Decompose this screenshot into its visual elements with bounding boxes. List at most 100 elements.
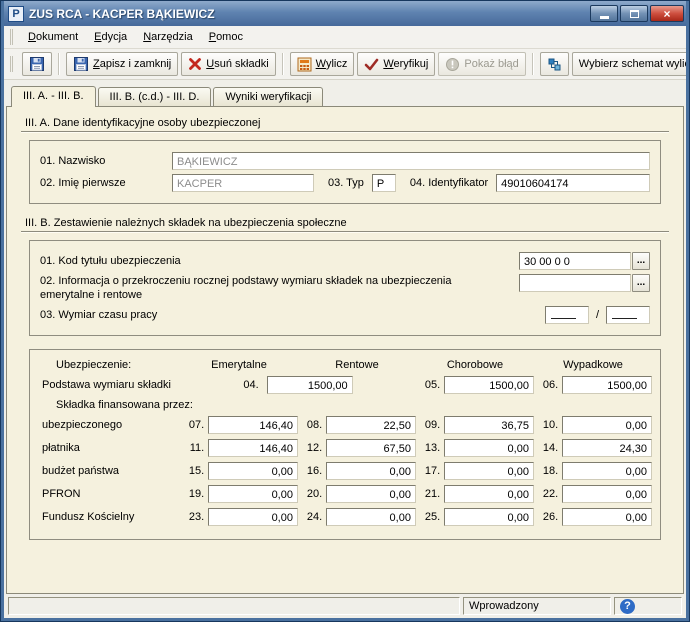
nazwisko-field[interactable]: BĄKIEWICZ (172, 152, 650, 170)
field-number: 17. (416, 462, 444, 480)
schema-icon-button[interactable] (540, 52, 569, 76)
status-bar: Wprowadzony ? (4, 594, 686, 618)
amount-field-06[interactable]: 1500,00 (562, 376, 652, 394)
amount-field-19[interactable]: 0,00 (208, 485, 298, 503)
menu-edycja[interactable]: Edycja (86, 28, 135, 46)
row-label: Podstawa wymiaru składki (38, 376, 180, 394)
amount-field-11[interactable]: 146,40 (208, 439, 298, 457)
minimize-button[interactable] (590, 5, 618, 22)
ubezpieczenie-column-label: Ubezpieczenie: (38, 359, 180, 371)
amount-field-05[interactable]: 1500,00 (444, 376, 534, 394)
amount-field-22[interactable]: 0,00 (562, 485, 652, 503)
save-and-close-button[interactable]: Zapisz i zamknij (66, 52, 178, 76)
field-number: 09. (416, 416, 444, 434)
row-label: budżet państwa (38, 462, 180, 480)
calculate-button[interactable]: Wylicz (290, 52, 355, 76)
field-number: 12. (298, 439, 326, 457)
typ-field[interactable]: P (372, 174, 396, 192)
amount-field-12[interactable]: 67,50 (326, 439, 416, 457)
amount-field-18[interactable]: 0,00 (562, 462, 652, 480)
choose-calculation-schema-button[interactable]: Wybierz schemat wyliczeń (572, 52, 686, 76)
amount-field-09[interactable]: 36,75 (444, 416, 534, 434)
row-label: płatnika (38, 439, 180, 457)
amount-field-08[interactable]: 22,50 (326, 416, 416, 434)
kod-tytulu-field[interactable]: 30 00 0 0 (519, 252, 631, 270)
contributions-table: Ubezpieczenie: Emerytalne Rentowe Chorob… (38, 354, 652, 531)
identyfikator-field[interactable]: 49010604174 (496, 174, 650, 192)
field-number: 11. (180, 439, 208, 457)
typ-label: 03. Typ (328, 177, 364, 189)
field-number: 16. (298, 462, 326, 480)
title-bar: P ZUS RCA - KACPER BĄKIEWICZ × (4, 1, 686, 26)
delete-contributions-button[interactable]: Usuń składki (181, 52, 275, 76)
field-number: 07. (180, 416, 208, 434)
error-icon (445, 57, 460, 72)
column-header-emerytalne: Emerytalne (180, 359, 298, 371)
field-number: 18. (534, 462, 562, 480)
column-header-row: Ubezpieczenie: Emerytalne Rentowe Chorob… (38, 359, 652, 371)
field-number: 13. (416, 439, 444, 457)
field-number: 06. (534, 376, 562, 394)
maximize-button[interactable] (620, 5, 648, 22)
verify-button[interactable]: Weryfikuj (357, 52, 435, 76)
amount-field-16[interactable]: 0,00 (326, 462, 416, 480)
amount-field-26[interactable]: 0,00 (562, 508, 652, 526)
section-a-title: III. A. Dane identyfikacyjne osoby ubezp… (25, 117, 667, 129)
menu-dokument[interactable]: Dokument (20, 28, 86, 46)
tab-iiib-cd-iiid[interactable]: III. B. (c.d.) - III. D. (98, 87, 212, 106)
amount-field-21[interactable]: 0,00 (444, 485, 534, 503)
field-number: 19. (180, 485, 208, 503)
section-b-title: III. B. Zestawienie należnych składek na… (25, 217, 667, 229)
save-button[interactable] (22, 52, 52, 76)
table-row-budzet-panstwa: budżet państwa 15. 0,00 16. 0,00 17. 0,0… (38, 462, 652, 480)
minimize-icon (600, 16, 609, 19)
delete-x-icon (188, 57, 202, 71)
amount-field-10[interactable]: 0,00 (562, 416, 652, 434)
amount-field-17[interactable]: 0,00 (444, 462, 534, 480)
amount-field-07[interactable]: 146,40 (208, 416, 298, 434)
amount-field-24[interactable]: 0,00 (326, 508, 416, 526)
row-label: PFRON (38, 485, 180, 503)
amount-field-13[interactable]: 0,00 (444, 439, 534, 457)
identyfikator-label: 04. Identyfikator (410, 177, 488, 189)
field-number: 10. (534, 416, 562, 434)
contributions-panel: Ubezpieczenie: Emerytalne Rentowe Chorob… (29, 349, 661, 540)
wymiar-mianownik-field[interactable] (606, 306, 650, 324)
menu-narzedzia[interactable]: Narzędzia (135, 28, 201, 46)
menu-pomoc[interactable]: Pomoc (201, 28, 251, 46)
toolbar-separator (282, 53, 284, 75)
wymiar-separator: / (596, 309, 599, 321)
tab-wyniki-weryfikacji[interactable]: Wyniki weryfikacji (213, 87, 323, 106)
subheader-row: Składka finansowana przez: (38, 399, 652, 411)
wymiar-licznik-field[interactable] (545, 306, 589, 324)
amount-field-14[interactable]: 24,30 (562, 439, 652, 457)
kod-tytulu-more-button[interactable]: ... (632, 252, 650, 270)
empty-mask (612, 318, 637, 319)
amount-field-20[interactable]: 0,00 (326, 485, 416, 503)
field-number: 15. (180, 462, 208, 480)
informacja-more-button[interactable]: ... (632, 274, 650, 292)
kod-tytulu-label: 01. Kod tytułu ubezpieczenia (40, 255, 181, 267)
verify-check-icon (364, 57, 379, 72)
column-header-wypadkowe: Wypadkowe (534, 359, 652, 371)
amount-field-15[interactable]: 0,00 (208, 462, 298, 480)
toolbar-separator (532, 53, 534, 75)
informacja-field[interactable] (519, 274, 631, 292)
choose-calculation-schema-label: Wybierz schemat wyliczeń (579, 58, 686, 70)
amount-field-25[interactable]: 0,00 (444, 508, 534, 526)
imie-field[interactable]: KACPER (172, 174, 314, 192)
close-button[interactable]: × (650, 5, 684, 22)
table-row-fundusz-koscielny: Fundusz Kościelny 23. 0,00 24. 0,00 25. … (38, 508, 652, 526)
skladka-subheader: Składka finansowana przez: (38, 399, 652, 411)
field-number: 14. (534, 439, 562, 457)
calculate-label: Wylicz (316, 58, 348, 70)
toolbar: Zapisz i zamknij Usuń składki Wylicz Wer… (4, 49, 686, 80)
amount-field-04[interactable]: 1500,00 (267, 376, 353, 394)
menu-grip (10, 29, 14, 45)
empty-mask (551, 318, 576, 319)
tab-iiia-iiib[interactable]: III. A. - III. B. (11, 86, 96, 107)
nazwisko-label: 01. Nazwisko (40, 155, 172, 167)
amount-field-23[interactable]: 0,00 (208, 508, 298, 526)
help-icon[interactable]: ? (620, 599, 635, 614)
field-number: 24. (298, 508, 326, 526)
